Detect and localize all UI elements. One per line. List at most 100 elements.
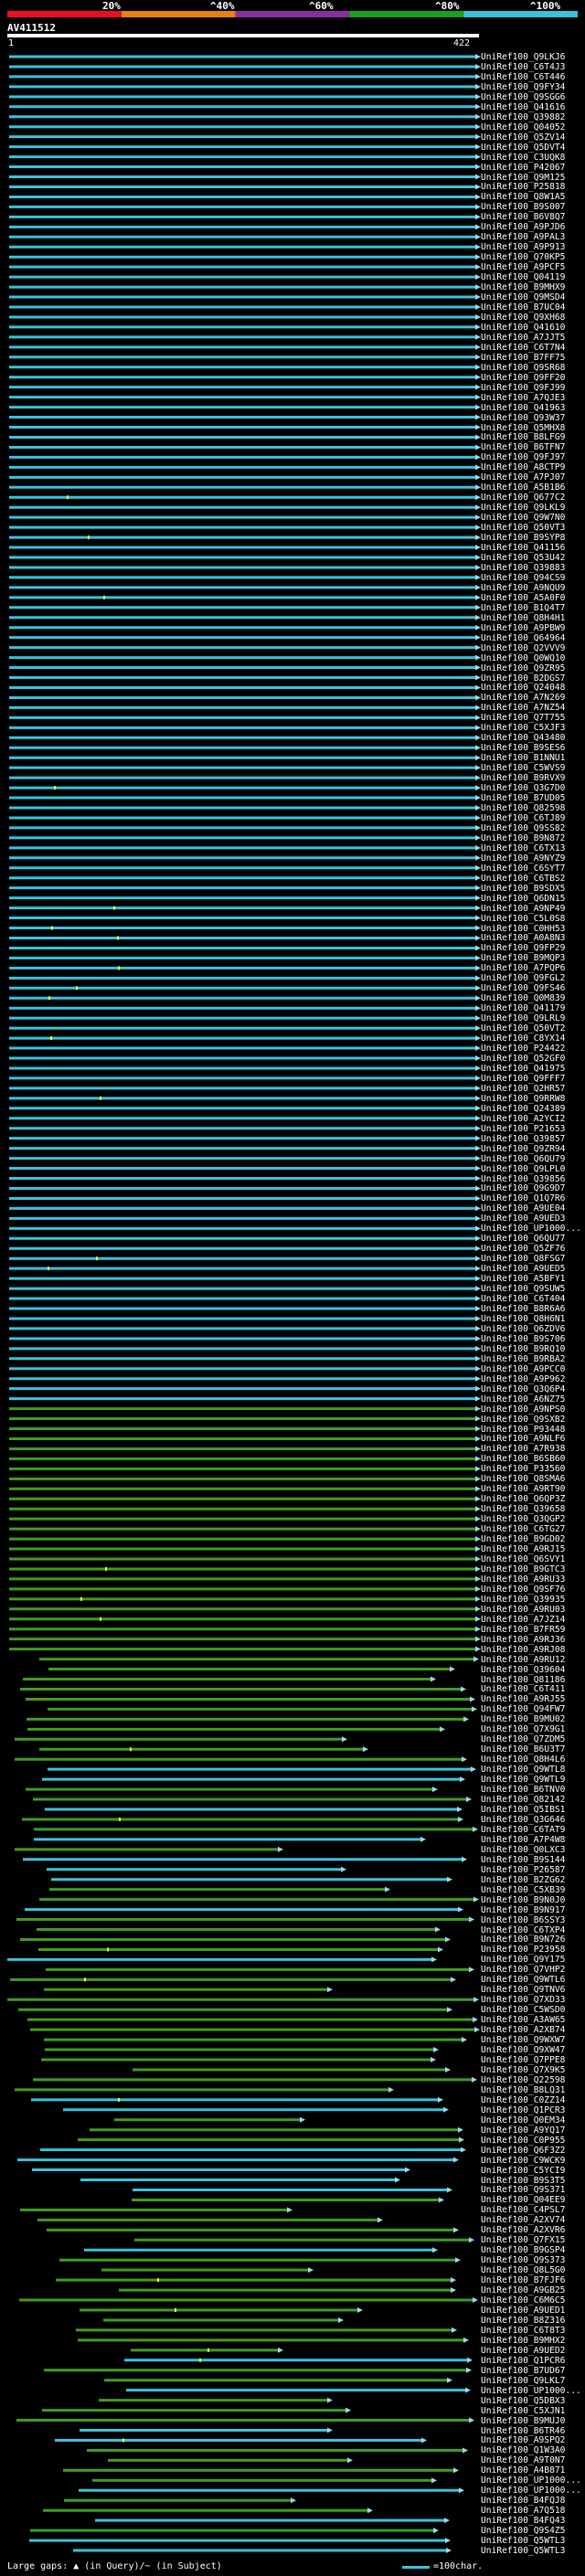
hit-label[interactable]: UniRef100_A9PCC0 (481, 1364, 565, 1374)
hit-label[interactable]: UniRef100_A7JZ14 (481, 1615, 565, 1625)
hit-label[interactable]: UniRef100_A9UED2 (481, 2346, 565, 2356)
hit-label[interactable]: UniRef100_Q9WXW7 (481, 2035, 565, 2045)
hit-label[interactable]: UniRef100_A9UE04 (481, 1203, 565, 1214)
hit-label[interactable]: UniRef100_C6TX13 (481, 843, 565, 853)
hit-label[interactable]: UniRef100_B9N0J0 (481, 1895, 565, 1905)
hit-label[interactable]: UniRef100_Q0EM34 (481, 2115, 565, 2125)
hit-label[interactable]: UniRef100_Q5DBX3 (481, 2396, 565, 2406)
hit-label[interactable]: UniRef100_Q04052 (481, 122, 565, 133)
hit-label[interactable]: UniRef100_Q9MSD4 (481, 292, 565, 302)
hit-label[interactable]: UniRef100_Q9W7N0 (481, 513, 565, 523)
hit-label[interactable]: UniRef100_Q9LKL9 (481, 503, 565, 513)
hit-label[interactable]: UniRef100_Q82598 (481, 803, 565, 813)
hit-label[interactable]: UniRef100_Q24048 (481, 683, 565, 693)
hit-label[interactable]: UniRef100_Q5ZF76 (481, 1244, 565, 1254)
hit-label[interactable]: UniRef100_B8LFG9 (481, 432, 565, 442)
hit-label[interactable]: UniRef100_Q6F3Z2 (481, 2146, 565, 2156)
hit-label[interactable]: UniRef100_C6TXP4 (481, 1925, 565, 1935)
hit-label[interactable]: UniRef100_Q04119 (481, 272, 565, 282)
hit-label[interactable]: UniRef100_Q41179 (481, 1003, 565, 1013)
hit-label[interactable]: UniRef100_A9YQ17 (481, 2125, 565, 2136)
hit-label[interactable]: UniRef100_C0ZZ14 (481, 2095, 565, 2105)
hit-label[interactable]: UniRef100_B8R6A6 (481, 1304, 565, 1314)
hit-label[interactable]: UniRef100_Q9XW47 (481, 2045, 565, 2055)
hit-label[interactable]: UniRef100_Q52GF0 (481, 1054, 565, 1064)
hit-label[interactable]: UniRef100_Q6QU77 (481, 1234, 565, 1244)
hit-label[interactable]: UniRef100_C0P955 (481, 2136, 565, 2146)
hit-label[interactable]: UniRef100_Q9SXB2 (481, 1415, 565, 1425)
hit-label[interactable]: UniRef100_Q7T755 (481, 713, 565, 723)
hit-label[interactable]: UniRef100_Q677C2 (481, 493, 565, 503)
hit-label[interactable]: UniRef100_B9N917 (481, 1905, 565, 1915)
hit-label[interactable]: UniRef100_A9UED3 (481, 1214, 565, 1224)
hit-label[interactable]: UniRef100_Q94FW7 (481, 1704, 565, 1714)
hit-label[interactable]: UniRef100_A6NZ75 (481, 1394, 565, 1405)
hit-label[interactable]: UniRef100_A7P4W8 (481, 1835, 565, 1845)
hit-label[interactable]: UniRef100_Q9SR68 (481, 363, 565, 373)
hit-label[interactable]: UniRef100_Q41156 (481, 543, 565, 553)
hit-label[interactable]: UniRef100_P21653 (481, 1124, 565, 1134)
hit-label[interactable]: UniRef100_B9MUJ0 (481, 2416, 565, 2426)
hit-label[interactable]: UniRef100_Q50VT3 (481, 523, 565, 533)
hit-label[interactable]: UniRef100_B9RVX9 (481, 773, 565, 783)
hit-label[interactable]: UniRef100_Q1PCR3 (481, 2105, 565, 2115)
hit-label[interactable]: UniRef100_Q9Y175 (481, 1955, 565, 1965)
hit-label[interactable]: UniRef100_B9MHX2 (481, 2336, 565, 2346)
hit-label[interactable]: UniRef100_Q6QU79 (481, 1154, 565, 1164)
hit-label[interactable]: UniRef100_Q9SUW5 (481, 1284, 565, 1294)
hit-label[interactable]: UniRef100_Q0M839 (481, 993, 565, 1003)
hit-label[interactable]: UniRef100_Q41610 (481, 323, 565, 333)
hit-label[interactable]: UniRef100_Q9XH68 (481, 313, 565, 323)
hit-label[interactable]: UniRef100_Q9M125 (481, 173, 565, 183)
hit-label[interactable]: UniRef100_A9RJ55 (481, 1694, 565, 1704)
hit-label[interactable]: UniRef100_A9SPQ2 (481, 2435, 565, 2445)
hit-label[interactable]: UniRef100_Q9G9D7 (481, 1183, 565, 1193)
hit-label[interactable]: UniRef100_Q53U42 (481, 553, 565, 563)
hit-label[interactable]: UniRef100_P42067 (481, 163, 565, 173)
hit-label[interactable]: UniRef100_A9RJ08 (481, 1645, 565, 1655)
hit-label[interactable]: UniRef100_Q9S373 (481, 2255, 565, 2265)
hit-label[interactable]: UniRef100_C4PSL7 (481, 2205, 565, 2215)
hit-label[interactable]: UniRef100_Q5WTL3 (481, 2536, 565, 2546)
hit-label[interactable]: UniRef100_Q43480 (481, 733, 565, 743)
hit-label[interactable]: UniRef100_C5WSD0 (481, 2005, 565, 2015)
hit-label[interactable]: UniRef100_Q6QP3Z (481, 1494, 565, 1504)
hit-label[interactable]: UniRef100_B8Z316 (481, 2316, 565, 2326)
hit-label[interactable]: UniRef100_Q7X9K5 (481, 2065, 565, 2075)
hit-label[interactable]: UniRef100_B7UC04 (481, 302, 565, 313)
hit-label[interactable]: UniRef100_Q7FX15 (481, 2235, 565, 2245)
hit-label[interactable]: UniRef100_B9GTC3 (481, 1564, 565, 1574)
hit-label[interactable]: UniRef100_A9RJ36 (481, 1635, 565, 1645)
hit-label[interactable]: UniRef100_B7UD05 (481, 793, 565, 803)
hit-label[interactable]: UniRef100_A9RU33 (481, 1574, 565, 1585)
hit-label[interactable]: UniRef100_Q2VVV9 (481, 643, 565, 653)
hit-label[interactable]: UniRef100_A9UED5 (481, 1264, 565, 1274)
hit-label[interactable]: UniRef100_A7NZ54 (481, 703, 565, 713)
hit-label[interactable]: UniRef100_A9PCF5 (481, 262, 565, 272)
hit-label[interactable]: UniRef100_UP1000... (481, 2486, 581, 2496)
hit-label[interactable]: UniRef100_A9NLF6 (481, 1434, 565, 1444)
hit-label[interactable]: UniRef100_Q5DVT4 (481, 143, 565, 153)
hit-label[interactable]: UniRef100_A8CTP9 (481, 462, 565, 472)
hit-label[interactable]: UniRef100_C6TAT9 (481, 1825, 565, 1835)
hit-label[interactable]: UniRef100_A7QJE3 (481, 393, 565, 403)
hit-label[interactable]: UniRef100_Q39882 (481, 112, 565, 122)
hit-label[interactable]: UniRef100_Q9FFF7 (481, 1074, 565, 1084)
hit-label[interactable]: UniRef100_A9PJD6 (481, 222, 565, 232)
hit-label[interactable]: UniRef100_C3UQK8 (481, 153, 565, 163)
hit-label[interactable]: UniRef100_C5XJF3 (481, 723, 565, 733)
hit-label[interactable]: UniRef100_P33560 (481, 1464, 565, 1474)
hit-label[interactable]: UniRef100_B2ZG62 (481, 1875, 565, 1885)
hit-label[interactable]: UniRef100_B6TR46 (481, 2426, 565, 2436)
hit-label[interactable]: UniRef100_Q3G7D0 (481, 783, 565, 793)
hit-label[interactable]: UniRef100_C6T7N4 (481, 343, 565, 353)
hit-label[interactable]: UniRef100_A9P913 (481, 242, 565, 252)
hit-label[interactable]: UniRef100_Q6DN15 (481, 894, 565, 904)
hit-label[interactable]: UniRef100_C0HH53 (481, 924, 565, 934)
hit-label[interactable]: UniRef100_A9PBW9 (481, 623, 565, 633)
hit-label[interactable]: UniRef100_Q9LPL0 (481, 1164, 565, 1174)
hit-label[interactable]: UniRef100_C6TBS2 (481, 874, 565, 884)
hit-label[interactable]: UniRef100_A4B871 (481, 2465, 565, 2475)
hit-label[interactable]: UniRef100_Q9SF76 (481, 1585, 565, 1595)
hit-label[interactable]: UniRef100_Q50VT2 (481, 1023, 565, 1034)
